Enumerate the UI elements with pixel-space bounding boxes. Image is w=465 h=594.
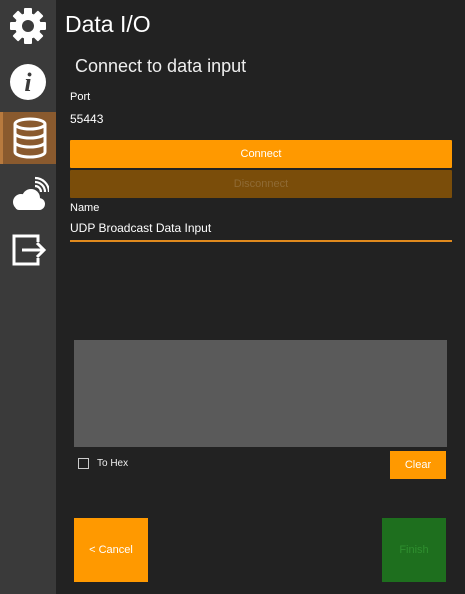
name-label: Name [70,202,100,214]
cloud-nav-button[interactable] [0,170,56,222]
name-field[interactable] [70,221,452,235]
data-output-area[interactable] [74,340,447,447]
page-title: Data I/O [65,11,151,37]
export-nav-button[interactable] [0,224,56,276]
port-label: Port [70,91,91,103]
finish-button[interactable]: Finish [382,518,446,582]
port-field[interactable] [70,112,452,126]
database-icon [13,117,46,159]
sidebar: i [0,0,56,594]
to-hex-checkbox[interactable] [78,458,89,469]
cloud-wifi-icon [13,176,49,210]
data-io-nav-button[interactable] [0,112,56,164]
info-nav-button[interactable]: i [0,56,56,108]
name-field-underline [70,240,452,242]
info-icon: i [10,64,46,100]
disconnect-button[interactable]: Disconnect [70,170,452,198]
clear-button[interactable]: Clear [390,451,446,479]
svg-text:i: i [24,68,32,97]
main-panel: Data I/O Connect to data input Port Conn… [56,0,465,594]
cancel-button[interactable]: < Cancel [74,518,148,582]
connect-button[interactable]: Connect [70,140,452,168]
export-icon [12,234,47,266]
settings-nav-button[interactable] [0,0,56,52]
section-title: Connect to data input [75,56,247,76]
to-hex-toggle[interactable]: To Hex [78,458,128,469]
to-hex-label: To Hex [97,458,129,469]
gear-icon [10,8,46,44]
